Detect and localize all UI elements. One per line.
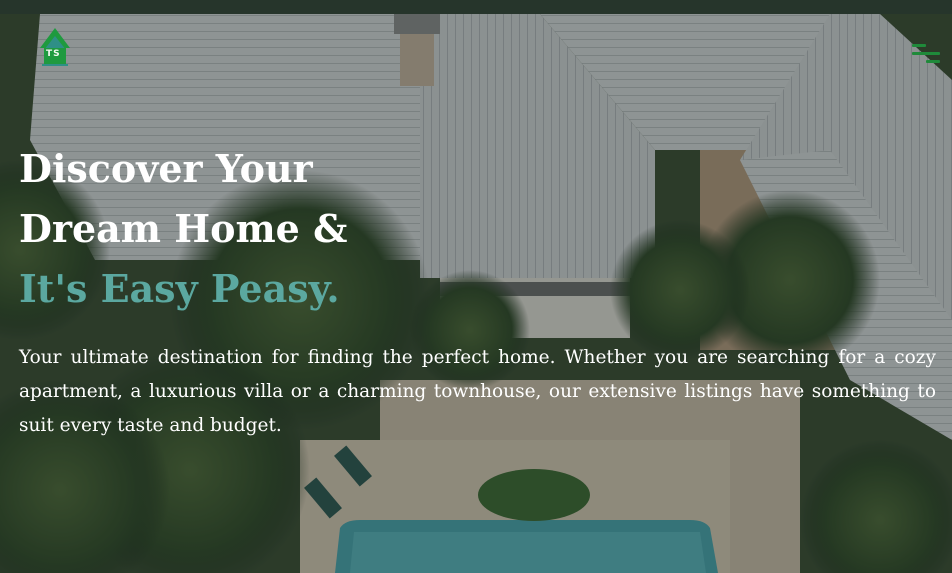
top-strip [0, 0, 952, 14]
hamburger-menu-icon-bar-1 [912, 44, 926, 47]
house-logo-icon [40, 28, 70, 66]
hamburger-menu-button[interactable] [906, 40, 942, 66]
hero-description: Your ultimate destination for finding th… [19, 347, 936, 436]
headline-line-2: Dream Home & [19, 206, 348, 251]
headline-line-1: Discover Your [19, 146, 313, 191]
hamburger-menu-icon-bar-3 [926, 60, 940, 63]
site-logo[interactable]: TS [36, 26, 74, 68]
hamburger-menu-icon-bar-2 [912, 52, 940, 55]
hero-headline: Discover Your Dream Home & It's Easy Pea… [19, 139, 347, 319]
hero-section: TS Discover Your Dream Home & It's Easy … [0, 0, 952, 573]
logo-text: TS [46, 49, 61, 59]
headline-accent: It's Easy Peasy. [19, 266, 340, 311]
